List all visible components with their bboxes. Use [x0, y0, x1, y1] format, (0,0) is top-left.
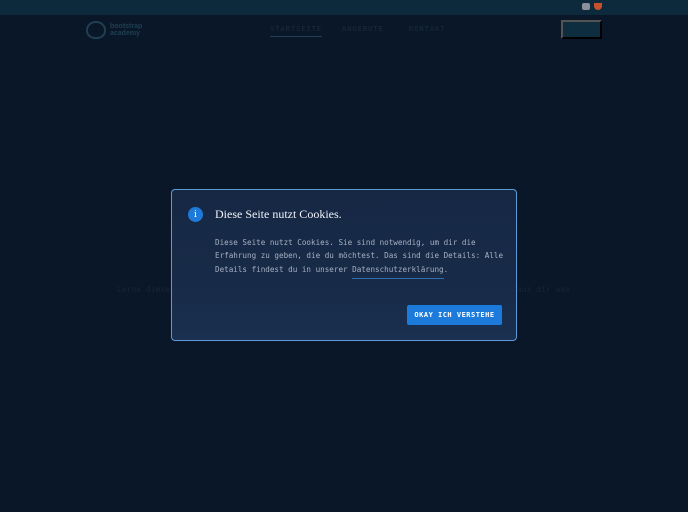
nav-kontakt[interactable]: KONTAKT	[409, 25, 446, 33]
dialog-body-end: .	[443, 264, 449, 274]
dialog-body: Diese Seite nutzt Cookies. Sie sind notw…	[215, 236, 505, 279]
logo[interactable]: bootstrap academy	[86, 21, 150, 39]
logo-icon	[86, 21, 106, 39]
cookie-dialog: i Diese Seite nutzt Cookies. Diese Seite…	[171, 189, 517, 341]
nav-angebote[interactable]: ANGEBOTE	[342, 25, 384, 33]
hero-text-left: Lerne diese	[117, 285, 170, 294]
privacy-policy-link[interactable]: Datenschutzerklärung	[352, 264, 444, 279]
hero-text-right: aus dir was	[517, 285, 570, 294]
language-flag-de-icon[interactable]	[582, 3, 590, 10]
accept-cookies-button[interactable]: OKAY ICH VERSTEHE	[407, 305, 502, 325]
login-button[interactable]: LOGIN	[561, 20, 602, 39]
top-bar	[0, 0, 688, 15]
info-icon: i	[188, 207, 203, 222]
navbar: bootstrap academy STARTSEITE ANGEBOTE KO…	[0, 15, 688, 45]
logo-text: bootstrap academy	[110, 23, 143, 37]
dialog-title: Diese Seite nutzt Cookies.	[215, 207, 342, 221]
language-flag-at-icon[interactable]	[594, 3, 602, 10]
nav-startseite[interactable]: STARTSEITE	[270, 25, 323, 37]
